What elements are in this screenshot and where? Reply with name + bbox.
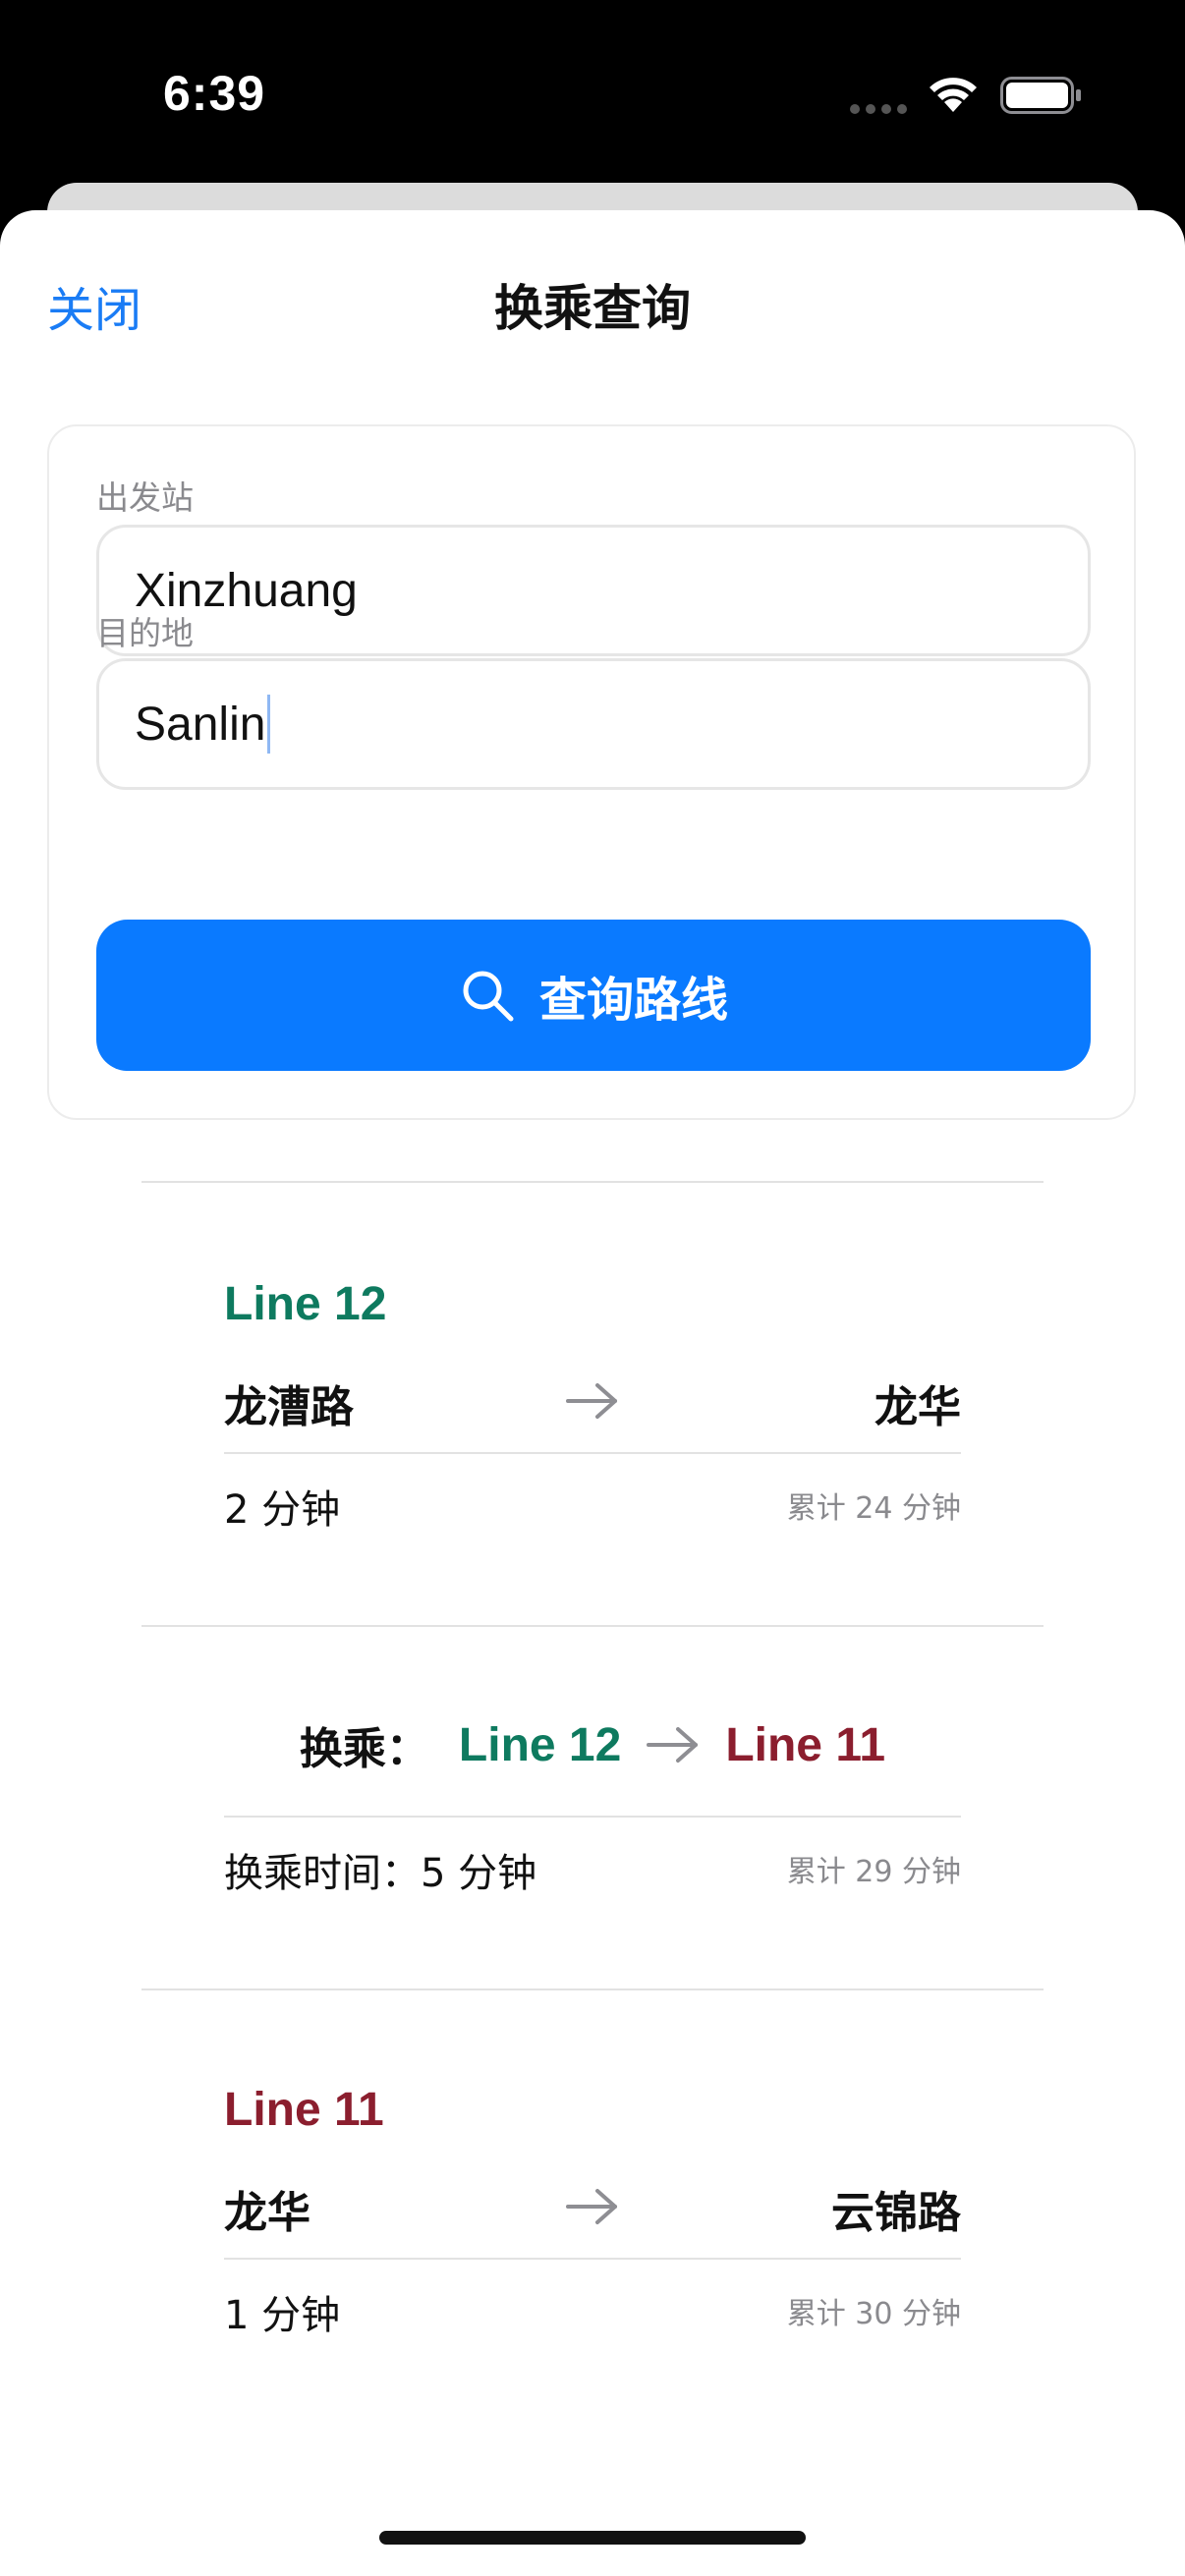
cellular-signal-icon bbox=[850, 104, 907, 114]
transfer-cumulative-time: 累计 29 分钟 bbox=[786, 1855, 961, 1889]
arrow-right-icon bbox=[566, 2189, 617, 2224]
wifi-icon bbox=[930, 78, 977, 112]
page-title: 换乘查询 bbox=[494, 280, 691, 337]
battery-icon bbox=[1000, 77, 1081, 114]
segment-divider bbox=[224, 1452, 961, 1454]
transfer-row: 换乘： Line 12 Line 11 bbox=[0, 1713, 1185, 1776]
origin-field[interactable]: Xinzhuang bbox=[96, 525, 1091, 656]
segment-duration: 1 分钟 bbox=[224, 2293, 341, 2338]
destination-value: Sanlin bbox=[135, 698, 266, 751]
search-button-label: 查询路线 bbox=[538, 973, 728, 1028]
segment-to-station: 龙华 bbox=[875, 1382, 961, 1432]
transfer-query-sheet: 关闭 换乘查询 出发站 Xinzhuang 目的地 Sanlin 查询路线 Li… bbox=[0, 210, 1185, 2576]
transfer-divider bbox=[224, 1816, 961, 1818]
search-card: 出发站 Xinzhuang 目的地 Sanlin 查询路线 bbox=[47, 424, 1136, 1120]
segment-divider bbox=[224, 2258, 961, 2260]
transfer-label: 换乘： bbox=[299, 1724, 429, 1774]
search-icon bbox=[463, 971, 514, 1022]
transfer-to-line: Line 11 bbox=[725, 1718, 886, 1771]
destination-label: 目的地 bbox=[96, 614, 194, 652]
segment-duration: 2 分钟 bbox=[224, 1487, 341, 1533]
transfer-time: 换乘时间：5 分钟 bbox=[224, 1851, 537, 1896]
screen: 6:39 关闭 换乘查询 出发站 Xinzhuang 目的地 Sanlin 查询… bbox=[0, 0, 1185, 2576]
segment-from-station: 龙漕路 bbox=[224, 1382, 354, 1432]
section-divider bbox=[141, 1625, 1044, 1627]
segment-cumulative-time: 累计 24 分钟 bbox=[786, 1491, 961, 1526]
segment-to-station: 云锦路 bbox=[831, 2188, 961, 2238]
segment-cumulative-time: 累计 30 分钟 bbox=[786, 2297, 961, 2331]
segment-from-station: 龙华 bbox=[224, 2188, 310, 2238]
arrow-right-icon bbox=[647, 1727, 699, 1763]
arrow-right-icon bbox=[566, 1383, 617, 1419]
transfer-from-line: Line 12 bbox=[458, 1718, 622, 1771]
segment-line-name: Line 11 bbox=[224, 2084, 384, 2136]
section-divider bbox=[141, 1988, 1044, 1990]
home-indicator bbox=[379, 2531, 806, 2545]
status-time: 6:39 bbox=[163, 66, 266, 121]
segment-line-name: Line 12 bbox=[224, 1278, 387, 1330]
search-route-button[interactable]: 查询路线 bbox=[96, 920, 1091, 1071]
text-cursor bbox=[267, 695, 271, 754]
status-bar: 6:39 bbox=[0, 0, 1185, 187]
origin-label: 出发站 bbox=[96, 478, 194, 517]
section-divider bbox=[141, 1181, 1044, 1183]
destination-field[interactable]: Sanlin bbox=[96, 658, 1091, 790]
